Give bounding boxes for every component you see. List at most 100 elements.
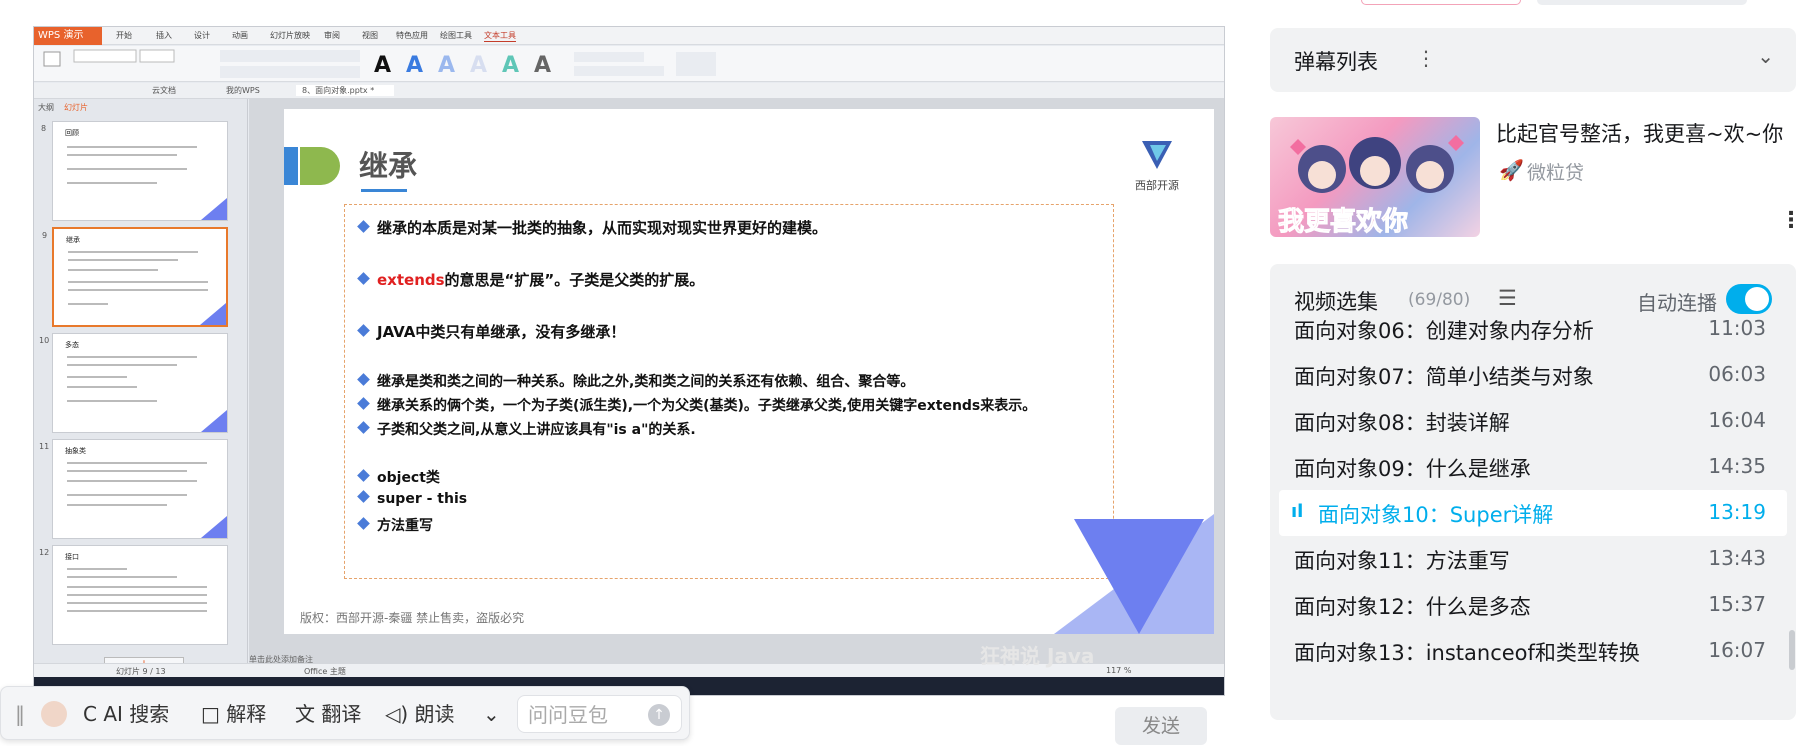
thumb-number: 10 — [39, 336, 50, 345]
episode-title: 面向对象10：Super详解 — [1318, 503, 1554, 527]
slide-title-decoration — [300, 147, 340, 185]
episode-duration: 11:03 — [1708, 316, 1766, 340]
explain-label: 解释 — [226, 702, 267, 726]
more-vertical-icon[interactable]: ⋮ — [1416, 46, 1436, 70]
slide-logo: 西部开源 — [1127, 137, 1187, 201]
slide-footer: 版权：西部开源-秦疆 禁止售卖，盗版必究 — [300, 611, 525, 625]
playlist-item[interactable]: 面向对象13：instanceof和类型转换 16:07 — [1270, 628, 1796, 674]
ad-thumbnail[interactable]: 我更喜欢你 — [1270, 117, 1480, 237]
doc-tab: 我的WPS — [226, 86, 260, 95]
translate-button[interactable]: 文 翻译 — [295, 687, 361, 741]
wps-menu-bar: WPS 演示 开始 插入 设计 动画 幻灯片放映 审阅 视图 特色应用 绘图工具… — [34, 27, 1224, 45]
doc-tab-active: 8、面向对象.pptx * — [296, 85, 395, 96]
slide-bullet: super - this — [357, 490, 467, 507]
slide-bullet: 方法重写 — [357, 515, 433, 535]
menu-tab: 审阅 — [324, 31, 340, 40]
thumb-title: 接口 — [65, 553, 79, 561]
menu-tab-active: 文本工具 — [484, 31, 516, 42]
playlist-item[interactable]: 面向对象12：什么是多态 15:37 — [1270, 582, 1796, 628]
episode-title: 面向对象07：简单小结类与对象 — [1294, 365, 1594, 389]
chevron-down-icon[interactable]: ⌄ — [483, 687, 500, 741]
episode-duration: 13:19 — [1708, 500, 1766, 524]
floating-ai-toolbar: ‖ C AI 搜索 □ 解释 文 翻译 ◁) 朗读 ⌄ 问问豆包 ↑ — [0, 686, 690, 740]
playlist-item[interactable]: 面向对象08：封装详解 16:04 — [1270, 398, 1796, 444]
danmu-list-header[interactable]: 弹幕列表 ⋮ ⌄ — [1270, 28, 1796, 92]
slide-thumbnail-panel: 大纲 幻灯片 8 回顾 9 继承 10 多态 11 抽象类 12 接口 — [34, 99, 248, 684]
slide-thumbnail: 12 接口 — [39, 545, 228, 645]
thumb-title: 抽象类 — [65, 447, 86, 455]
playlist-item[interactable]: 面向对象09：什么是继承 14:35 — [1270, 444, 1796, 490]
ai-search-button[interactable]: C AI 搜索 — [83, 687, 169, 741]
text-box-selection — [344, 204, 1114, 579]
send-arrow-icon[interactable]: ↑ — [648, 704, 670, 726]
avatar[interactable] — [41, 701, 67, 727]
thumb-number: 9 — [42, 231, 48, 240]
episode-title: 面向对象13：instanceof和类型转换 — [1294, 641, 1640, 665]
read-aloud-button[interactable]: ◁) 朗读 — [385, 687, 455, 741]
episode-title: 面向对象09：什么是继承 — [1294, 457, 1531, 481]
panel-tab-slides: 幻灯片 — [64, 103, 88, 112]
search-icon: C — [83, 702, 97, 726]
title-underline — [361, 189, 407, 192]
theme-name: Office 主题 — [304, 667, 346, 676]
episode-title: 面向对象12：什么是多态 — [1294, 595, 1531, 619]
explain-button[interactable]: □ 解释 — [201, 687, 266, 741]
top-button-edge[interactable] — [1537, 0, 1747, 5]
right-sidebar: 弹幕列表 ⋮ ⌄ 我更喜欢你 比起官号整活，我更喜~欢~你 🚀 微粒贷 ⋮ 视频… — [1225, 0, 1807, 746]
svg-text:A: A — [374, 53, 391, 78]
slide-thumbnail: 11 抽象类 — [39, 439, 228, 539]
slide-bullet: 继承的本质是对某一批类的抽象，从而实现对现实世界更好的建模。 — [357, 217, 827, 238]
menu-tab: 视图 — [362, 31, 378, 40]
ad-source[interactable]: 微粒贷 — [1527, 158, 1584, 185]
ribbon-icons: A A A A A A — [43, 49, 716, 78]
wps-presentation-window: WPS 演示 开始 插入 设计 动画 幻灯片放映 审阅 视图 特色应用 绘图工具… — [33, 26, 1225, 696]
ask-input-placeholder: 问问豆包 — [528, 703, 608, 727]
rocket-icon: 🚀 — [1499, 158, 1524, 182]
speaker-icon: ◁) — [385, 702, 409, 726]
drag-handle-icon[interactable]: ‖ — [15, 687, 25, 741]
logo-icon — [1142, 141, 1172, 169]
panel-tab-outline: 大纲 — [38, 103, 54, 112]
svg-text:A: A — [534, 53, 551, 78]
thumb-number: 12 — [39, 548, 50, 557]
playlist-item[interactable]: 面向对象07：简单小结类与对象 06:03 — [1270, 352, 1796, 398]
logo-text: 西部开源 — [1135, 179, 1179, 192]
episode-duration: 16:04 — [1708, 408, 1766, 432]
translate-icon: 文 — [295, 702, 315, 726]
video-watermark: 狂神说 Java — [980, 644, 1095, 668]
episode-title: 面向对象06：创建对象内存分析 — [1294, 319, 1594, 343]
video-player[interactable]: WPS 演示 开始 插入 设计 动画 幻灯片放映 审阅 视图 特色应用 绘图工具… — [0, 0, 1225, 746]
menu-tab: 特色应用 — [396, 31, 428, 40]
zoom-level: 117 % — [1106, 666, 1132, 675]
slide-title-decoration — [284, 147, 298, 185]
episode-title: 面向对象11：方法重写 — [1294, 549, 1510, 573]
thumb-title: 继承 — [66, 236, 80, 244]
thumb-title: 回顾 — [65, 129, 79, 137]
svg-text:A: A — [406, 53, 423, 78]
ask-input[interactable]: 问问豆包 ↑ — [517, 695, 682, 733]
playlist-item-active[interactable]: ıl 面向对象10：Super详解 13:19 — [1279, 490, 1787, 536]
top-button-edge[interactable] — [1361, 0, 1521, 5]
playlist-item[interactable]: 面向对象11：方法重写 13:43 — [1270, 536, 1796, 582]
menu-tab: 动画 — [232, 31, 248, 40]
thumb-number: 11 — [39, 442, 50, 451]
chevron-down-icon[interactable]: ⌄ — [1757, 44, 1774, 68]
menu-tab: 开始 — [116, 31, 132, 40]
more-vertical-icon[interactable]: ⋮ — [1780, 208, 1802, 233]
wps-document-tabs: 云文档 我的WPS 8、面向对象.pptx * — [34, 83, 1224, 99]
playlist-scrollbar[interactable] — [1789, 630, 1795, 670]
danmu-send-button[interactable]: 发送 — [1115, 707, 1207, 745]
episode-duration: 06:03 — [1708, 362, 1766, 386]
read-label: 朗读 — [414, 702, 455, 726]
slide-bullet: object类 — [357, 467, 440, 487]
slide-bullet: 子类和父类之间,从意义上讲应该具有"is a"的关系. — [357, 419, 696, 439]
playlist-item[interactable]: 面向对象06：创建对象内存分析 11:03 — [1270, 306, 1796, 352]
ad-title[interactable]: 比起官号整活，我更喜~欢~你 — [1496, 118, 1783, 148]
slide: 继承 西部开源 继承的本质是对某一批类的抽象，从而实现对现实世界更好的建模。 e… — [284, 109, 1214, 634]
book-icon: □ — [201, 702, 220, 726]
menu-tab: 绘图工具 — [440, 31, 472, 40]
slide-decoration-triangle — [1074, 519, 1204, 634]
doc-tab: 云文档 — [152, 86, 176, 95]
slide-bullet: JAVA中类只有单继承，没有多继承！ — [357, 321, 625, 342]
episode-title: 面向对象08：封装详解 — [1294, 411, 1510, 435]
